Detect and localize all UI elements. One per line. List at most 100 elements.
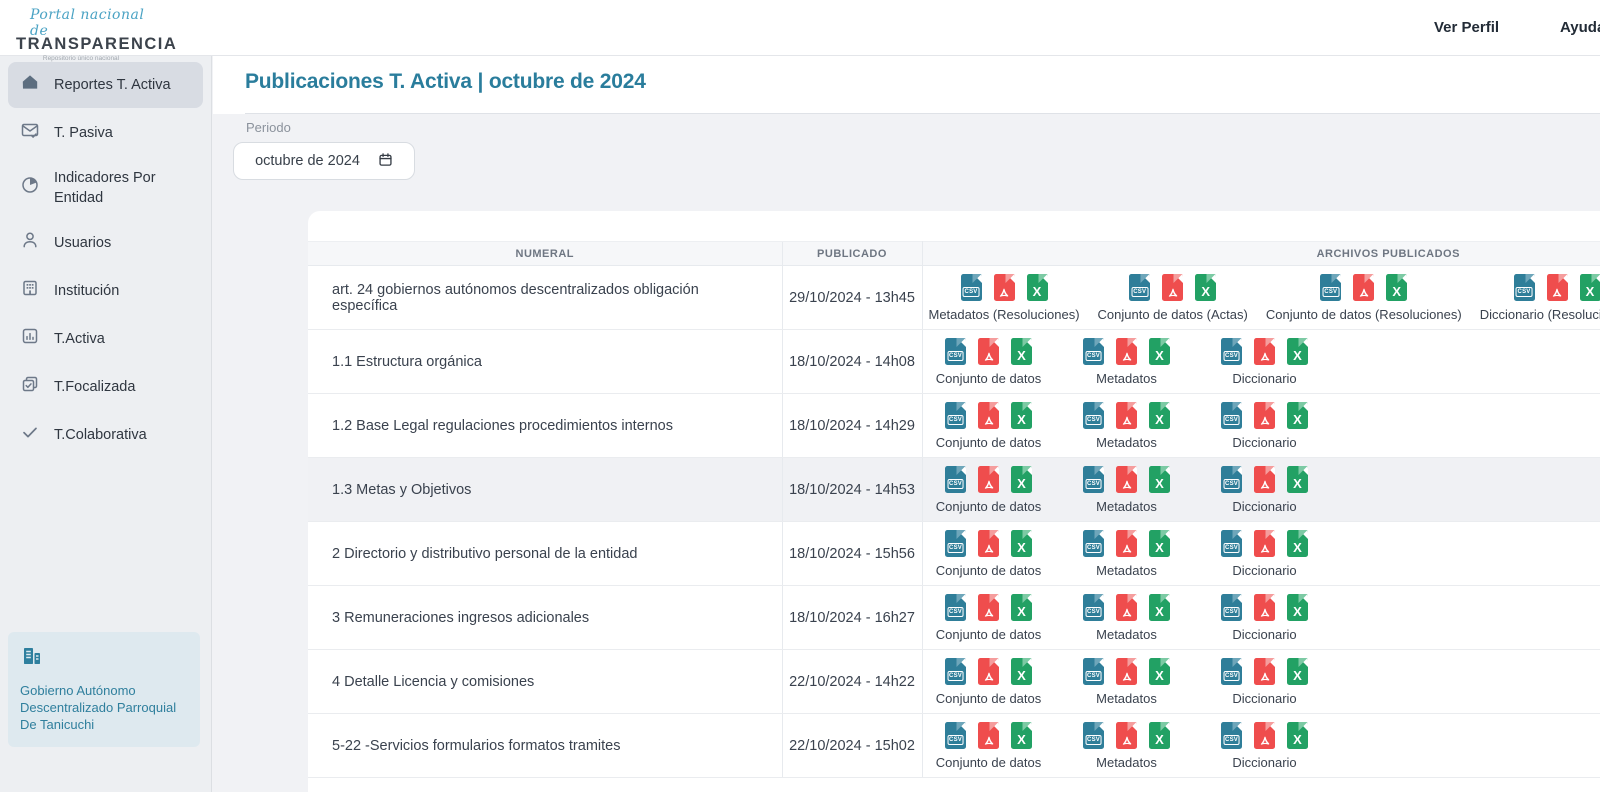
pdf-file-icon[interactable] xyxy=(1116,658,1137,685)
xls-file-icon[interactable]: X xyxy=(1149,466,1170,493)
numeral-cell: 1.3 Metas y Objetivos xyxy=(308,458,782,522)
csv-file-icon[interactable]: CSV xyxy=(1221,530,1242,557)
xls-file-icon[interactable]: X xyxy=(1027,274,1048,301)
pdf-file-icon[interactable] xyxy=(1116,530,1137,557)
xls-file-icon[interactable]: X xyxy=(1386,274,1407,301)
csv-file-icon[interactable]: CSV xyxy=(1221,402,1242,429)
xls-file-icon[interactable]: X xyxy=(1287,530,1308,557)
xls-file-icon[interactable]: X xyxy=(1287,594,1308,621)
sidebar-item-usuarios[interactable]: Usuarios xyxy=(8,220,203,266)
pdf-file-icon[interactable] xyxy=(978,338,999,365)
sidebar-item-t-focalizada[interactable]: T.Focalizada xyxy=(8,364,203,410)
xls-file-icon[interactable]: X xyxy=(1287,658,1308,685)
xls-file-icon[interactable]: X xyxy=(1287,466,1308,493)
file-group-label: Conjunto de datos xyxy=(936,563,1042,578)
pdf-file-icon[interactable] xyxy=(1254,722,1275,749)
pdf-file-icon[interactable] xyxy=(1162,274,1183,301)
calendar-icon[interactable] xyxy=(378,152,393,171)
pdf-file-icon[interactable] xyxy=(978,402,999,429)
csv-file-icon[interactable]: CSV xyxy=(945,338,966,365)
csv-file-icon[interactable]: CSV xyxy=(1221,594,1242,621)
pdf-file-icon[interactable] xyxy=(978,530,999,557)
xls-file-icon[interactable]: X xyxy=(1580,274,1600,301)
pdf-file-icon[interactable] xyxy=(1254,466,1275,493)
csv-file-icon[interactable]: CSV xyxy=(1083,402,1104,429)
csv-file-icon[interactable]: CSV xyxy=(945,402,966,429)
xls-file-icon[interactable]: X xyxy=(1149,722,1170,749)
pdf-file-icon[interactable] xyxy=(1116,722,1137,749)
pdf-file-icon[interactable] xyxy=(978,722,999,749)
pdf-file-icon[interactable] xyxy=(1254,530,1275,557)
file-groups: CSVXConjunto de datosCSVXMetadatosCSVXDi… xyxy=(927,530,1600,578)
xls-file-icon[interactable]: X xyxy=(1011,402,1032,429)
xls-file-icon[interactable]: X xyxy=(1149,530,1170,557)
file-group-label: Conjunto de datos xyxy=(936,627,1042,642)
pdf-file-icon[interactable] xyxy=(978,594,999,621)
xls-file-icon[interactable]: X xyxy=(1011,722,1032,749)
pdf-file-icon[interactable] xyxy=(1547,274,1568,301)
pdf-file-icon[interactable] xyxy=(1254,594,1275,621)
csv-file-icon[interactable]: CSV xyxy=(1221,338,1242,365)
csv-file-icon[interactable]: CSV xyxy=(945,658,966,685)
sidebar-item-t-activa[interactable]: T.Activa xyxy=(8,316,203,362)
xls-file-icon[interactable]: X xyxy=(1149,658,1170,685)
pdf-file-icon[interactable] xyxy=(1254,402,1275,429)
pdf-file-icon[interactable] xyxy=(978,466,999,493)
csv-file-icon[interactable]: CSV xyxy=(945,530,966,557)
sidebar-item-indicadores-por-entidad[interactable]: Indicadores Por Entidad xyxy=(8,158,203,218)
pdf-file-icon[interactable] xyxy=(1254,658,1275,685)
csv-file-icon[interactable]: CSV xyxy=(945,466,966,493)
sidebar-item-institucion[interactable]: Institución xyxy=(8,268,203,314)
file-icon-row: CSV X xyxy=(1221,338,1308,365)
pdf-file-icon[interactable] xyxy=(1353,274,1374,301)
csv-file-icon[interactable]: CSV xyxy=(1083,594,1104,621)
view-profile-link[interactable]: Ver Perfil xyxy=(1434,19,1499,36)
archivos-cell: CSVXConjunto de datosCSVXMetadatosCSVXDi… xyxy=(922,394,1600,458)
csv-file-icon[interactable]: CSV xyxy=(1221,722,1242,749)
pdf-file-icon[interactable] xyxy=(1116,402,1137,429)
sidebar-item-t-pasiva[interactable]: T. Pasiva xyxy=(8,110,203,156)
csv-file-icon[interactable]: CSV xyxy=(945,594,966,621)
csv-file-icon[interactable]: CSV xyxy=(1320,274,1341,301)
csv-file-icon[interactable]: CSV xyxy=(1129,274,1150,301)
csv-file-icon[interactable]: CSV xyxy=(1083,338,1104,365)
top-bar: Portal nacional de TRANSPARENCIA Reposit… xyxy=(0,0,1600,56)
check-icon xyxy=(20,422,40,448)
csv-file-icon[interactable]: CSV xyxy=(945,722,966,749)
xls-file-icon[interactable]: X xyxy=(1011,594,1032,621)
sidebar-item-reportes-t-activa[interactable]: Reportes T. Activa xyxy=(8,62,203,108)
csv-file-icon[interactable]: CSV xyxy=(1083,722,1104,749)
pdf-file-icon[interactable] xyxy=(1116,338,1137,365)
file-icon-row: CSV X xyxy=(945,594,1032,621)
csv-file-icon[interactable]: CSV xyxy=(1221,658,1242,685)
publicado-cell: 29/10/2024 - 13h45 xyxy=(782,266,922,330)
xls-file-icon[interactable]: X xyxy=(1011,530,1032,557)
csv-file-icon[interactable]: CSV xyxy=(1221,466,1242,493)
file-group: CSVXMetadatos xyxy=(1065,466,1189,514)
xls-file-icon[interactable]: X xyxy=(1149,402,1170,429)
xls-file-icon[interactable]: X xyxy=(1149,338,1170,365)
xls-file-icon[interactable]: X xyxy=(1195,274,1216,301)
xls-file-icon[interactable]: X xyxy=(1011,658,1032,685)
pdf-file-icon[interactable] xyxy=(1116,594,1137,621)
sidebar-item-t-colaborativa[interactable]: T.Colaborativa xyxy=(8,412,203,458)
xls-file-icon[interactable]: X xyxy=(1011,338,1032,365)
xls-file-icon[interactable]: X xyxy=(1287,402,1308,429)
csv-file-icon[interactable]: CSV xyxy=(1083,466,1104,493)
pdf-file-icon[interactable] xyxy=(994,274,1015,301)
xls-file-icon[interactable]: X xyxy=(1287,722,1308,749)
help-link[interactable]: Ayuda xyxy=(1560,19,1600,36)
pdf-file-icon[interactable] xyxy=(1116,466,1137,493)
xls-file-icon[interactable]: X xyxy=(1287,338,1308,365)
csv-file-icon[interactable]: CSV xyxy=(1083,658,1104,685)
csv-file-icon[interactable]: CSV xyxy=(1514,274,1535,301)
file-group-label: Metadatos xyxy=(1096,627,1157,642)
file-group: CSVXConjunto de datos xyxy=(927,338,1051,386)
pdf-file-icon[interactable] xyxy=(978,658,999,685)
csv-file-icon[interactable]: CSV xyxy=(961,274,982,301)
period-month-picker[interactable]: octubre de 2024 xyxy=(233,142,415,180)
xls-file-icon[interactable]: X xyxy=(1011,466,1032,493)
csv-file-icon[interactable]: CSV xyxy=(1083,530,1104,557)
xls-file-icon[interactable]: X xyxy=(1149,594,1170,621)
pdf-file-icon[interactable] xyxy=(1254,338,1275,365)
